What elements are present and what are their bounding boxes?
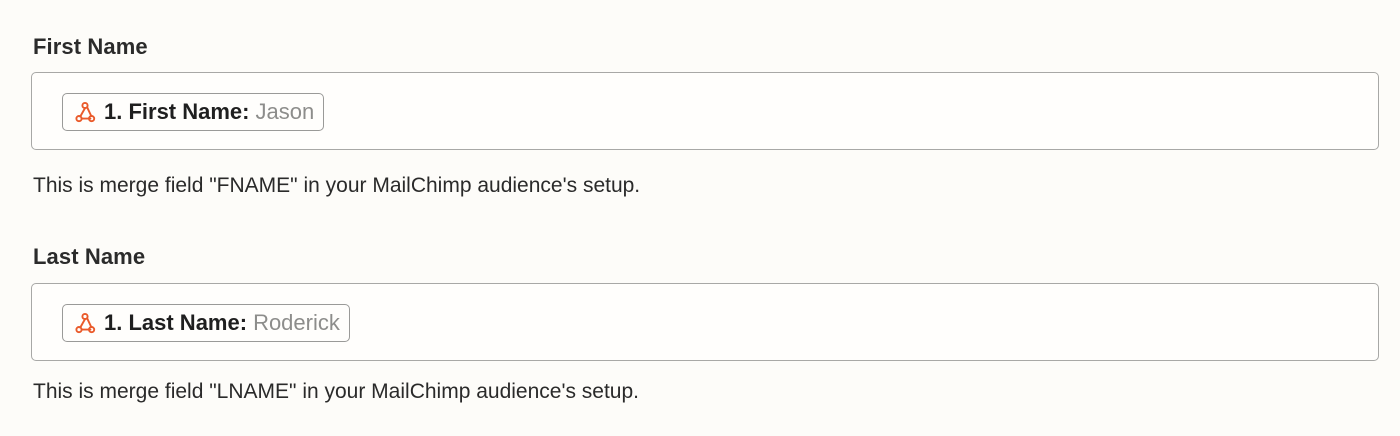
first-name-label: First Name	[33, 34, 148, 59]
webhook-icon	[73, 100, 97, 124]
last-name-label: Last Name	[33, 244, 146, 269]
pill-value: Jason	[255, 99, 315, 124]
first-name-mapped-value-pill[interactable]: 1. First Name: Jason	[62, 93, 325, 131]
last-name-field[interactable]: 1. Last Name: Roderick	[31, 283, 1379, 361]
webhook-icon	[73, 311, 97, 335]
pill-key: 1. Last Name:	[104, 310, 248, 335]
first-name-field[interactable]: 1. First Name: Jason	[31, 72, 1379, 150]
last-name-help-text: This is merge field "LNAME" in your Mail…	[33, 380, 639, 403]
first-name-help-text: This is merge field "FNAME" in your Mail…	[33, 174, 641, 197]
pill-value: Roderick	[253, 310, 340, 335]
pill-key: 1. First Name:	[104, 99, 250, 124]
last-name-mapped-value-pill[interactable]: 1. Last Name: Roderick	[62, 304, 350, 342]
